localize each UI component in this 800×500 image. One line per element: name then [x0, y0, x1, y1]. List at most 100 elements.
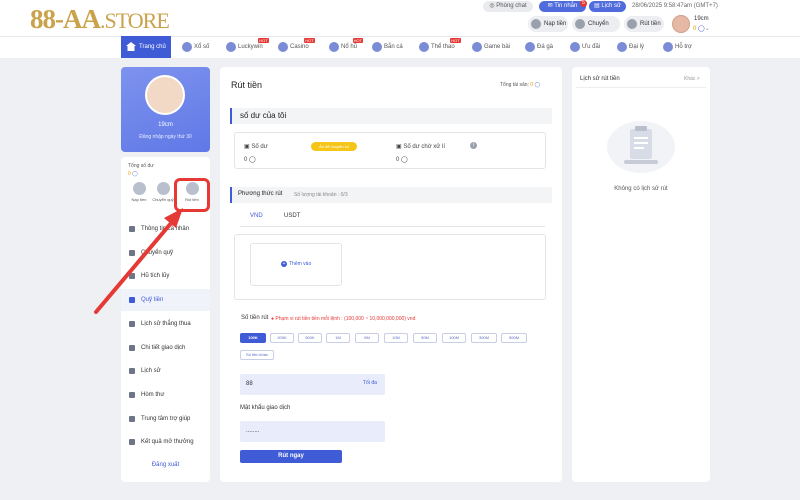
messages-badge: 5 — [580, 0, 587, 7]
sidebar-item-mailbox[interactable]: Hòm thư — [121, 384, 210, 406]
history-icon — [129, 368, 135, 374]
sidebar-item-results[interactable]: Kết quả mở thưởng — [121, 431, 210, 453]
nav-item-card-games[interactable]: Game bài — [472, 36, 510, 58]
withdraw-icon — [627, 19, 637, 29]
total-assets: Tổng tài sản: 0 ◯ — [500, 82, 540, 88]
site-logo[interactable]: 88-AA.STORE — [30, 4, 170, 35]
balance-section-header: số dư của tôi — [230, 108, 552, 124]
profile-avatar — [145, 75, 185, 115]
transfer-all-badge[interactable]: Ấn để chuyển số — [311, 142, 357, 151]
balance-label: ▣ Số dư — [244, 143, 268, 150]
withdraw-submit-button[interactable]: Rút ngay — [240, 450, 342, 463]
amount-chip-300m[interactable]: 300M — [471, 333, 497, 343]
empty-history-text: Không có lịch sử rút — [614, 186, 668, 192]
lottery-icon — [182, 42, 192, 52]
avatar[interactable] — [672, 15, 690, 33]
agent-icon — [617, 42, 627, 52]
username: 19cm — [694, 16, 709, 22]
amount-chip-100m[interactable]: 100M — [442, 333, 466, 343]
datetime-display: 28/06/2025 9:58:47am (GMT+7) — [632, 3, 718, 9]
sidebar-item-label: Chuyển quỹ — [141, 250, 174, 256]
sidebar-item-history[interactable]: Lịch sử — [121, 360, 210, 382]
nav-item-cockfight[interactable]: Đá gà — [525, 36, 553, 58]
sidebar-item-label: Chi tiết giao dịch — [141, 345, 186, 351]
sidebar-item-transfer[interactable]: Chuyển quỹ — [121, 242, 210, 264]
nav-item-fishing[interactable]: Bắn cá — [372, 36, 403, 58]
result-icon — [129, 439, 135, 445]
sidebar-item-label: Trung tâm trợ giúp — [141, 416, 191, 422]
nav-item-luckywin[interactable]: Luckywin HOT — [226, 36, 269, 58]
sidebar-item-win-loss[interactable]: Lịch sử thắng thua — [121, 313, 210, 335]
chat-room-button[interactable]: ◎ Phòng chat — [483, 1, 533, 12]
nav-item-label: Đá gà — [537, 44, 554, 50]
amount-label: Số tiền rút — [241, 315, 269, 321]
amount-chip-1m[interactable]: 1M — [326, 333, 350, 343]
messages-button[interactable]: ✉ Tin nhắn — [539, 1, 586, 12]
sidebar-item-profile[interactable]: Thông tin cá nhân — [121, 218, 210, 240]
refresh-icon[interactable]: ◯ — [534, 82, 540, 88]
sidebar-item-fund[interactable]: Quỹ tiền — [121, 289, 210, 311]
amount-chip-500k[interactable]: 500K — [298, 333, 322, 343]
mailbox-icon — [129, 392, 135, 398]
refresh-icon[interactable]: ◯ — [132, 171, 138, 177]
pending-number: 0 — [396, 157, 400, 163]
nav-item-slots[interactable]: Nổ hũ HOT — [329, 36, 364, 58]
refresh-icon[interactable]: ◯ — [249, 157, 256, 163]
tab-divider — [240, 226, 545, 227]
method-section-title: Phương thức rút — [238, 191, 283, 197]
amount-chip-10m[interactable]: 10M — [384, 333, 408, 343]
more-link[interactable]: Khác > — [684, 76, 700, 82]
nav-item-home[interactable]: Trang chủ — [121, 36, 171, 58]
sidebar-item-jar[interactable]: Hũ tích lũy — [121, 265, 210, 287]
amount-chip-500m[interactable]: 500M — [501, 333, 527, 343]
sidebar-item-help[interactable]: Trung tâm trợ giúp — [121, 408, 210, 430]
nav-item-lottery[interactable]: Xổ số — [182, 36, 209, 58]
refresh-icon[interactable]: ◯ — [401, 157, 408, 163]
slot-icon — [329, 42, 339, 52]
add-bank-button[interactable]: + Thêm vào — [281, 261, 311, 267]
refresh-icon[interactable]: ◯ — [698, 26, 705, 32]
home-icon — [126, 42, 136, 51]
nav-item-label: Thể thao — [431, 44, 455, 50]
max-amount-button[interactable]: Tối đa — [363, 380, 377, 386]
login-info: Đăng nhập ngày thứ 30 — [139, 134, 192, 140]
total-balance-label: Tổng số dư — [128, 163, 154, 169]
nav-item-label: Game bài — [484, 44, 511, 50]
amount-chip-50m[interactable]: 50M — [413, 333, 437, 343]
messages-label: Tin nhắn — [554, 3, 578, 9]
logout-button[interactable]: Đăng xuất — [121, 462, 210, 468]
amount-chip-100k[interactable]: 100K — [240, 333, 266, 343]
info-icon[interactable]: i — [470, 142, 477, 149]
password-input[interactable]: ........ — [240, 421, 385, 442]
transaction-icon — [129, 345, 135, 351]
sidebar-item-label: Lịch sử — [141, 368, 161, 374]
transfer-button[interactable]: Chuyển quỹ — [572, 16, 620, 43]
tab-vnd[interactable]: VND — [250, 213, 263, 227]
datetime-text: 28/06/2025 9:58:47am — [632, 3, 693, 9]
help-icon — [129, 416, 135, 422]
nav-item-casino[interactable]: Casino HOT — [278, 36, 315, 58]
amount-chip-200k[interactable]: 200K — [270, 333, 294, 343]
nav-item-promotions[interactable]: Ưu đãi — [570, 36, 600, 58]
chevron-down-icon[interactable]: ⌄ — [705, 26, 710, 32]
deposit-button[interactable]: Nạp tiền — [528, 16, 568, 32]
logo-main-text: 88-AA — [30, 4, 101, 34]
nav-item-agent[interactable]: Đại lý — [617, 36, 644, 58]
nav-item-sports[interactable]: Thể thao HOT — [419, 36, 461, 58]
amount-chip-5m[interactable]: 5M — [355, 333, 379, 343]
casino-icon — [278, 42, 288, 52]
sidebar-item-label: Lịch sử thắng thua — [141, 321, 191, 327]
withdraw-button[interactable]: Rút tiền — [624, 16, 664, 32]
balance-value: 0 ◯ — [244, 156, 256, 163]
win-loss-icon — [129, 321, 135, 327]
sidebar-item-label: Thông tin cá nhân — [141, 226, 190, 232]
nav-item-support[interactable]: Hỗ trợ — [663, 36, 692, 58]
tab-usdt[interactable]: USDT — [284, 213, 300, 219]
history-button[interactable]: ▤ Lịch sử — [589, 1, 626, 12]
total-balance-number: 0 — [128, 171, 131, 177]
quick-transfer-button[interactable]: Chuyển quỹ — [152, 182, 174, 202]
sidebar-item-transactions[interactable]: Chi tiết giao dịch — [121, 337, 210, 359]
quick-deposit-button[interactable]: Nạp tiền — [128, 182, 150, 202]
total-assets-label: Tổng tài sản: — [500, 82, 529, 88]
amount-chip-other[interactable]: Số tiền khác — [240, 350, 274, 360]
